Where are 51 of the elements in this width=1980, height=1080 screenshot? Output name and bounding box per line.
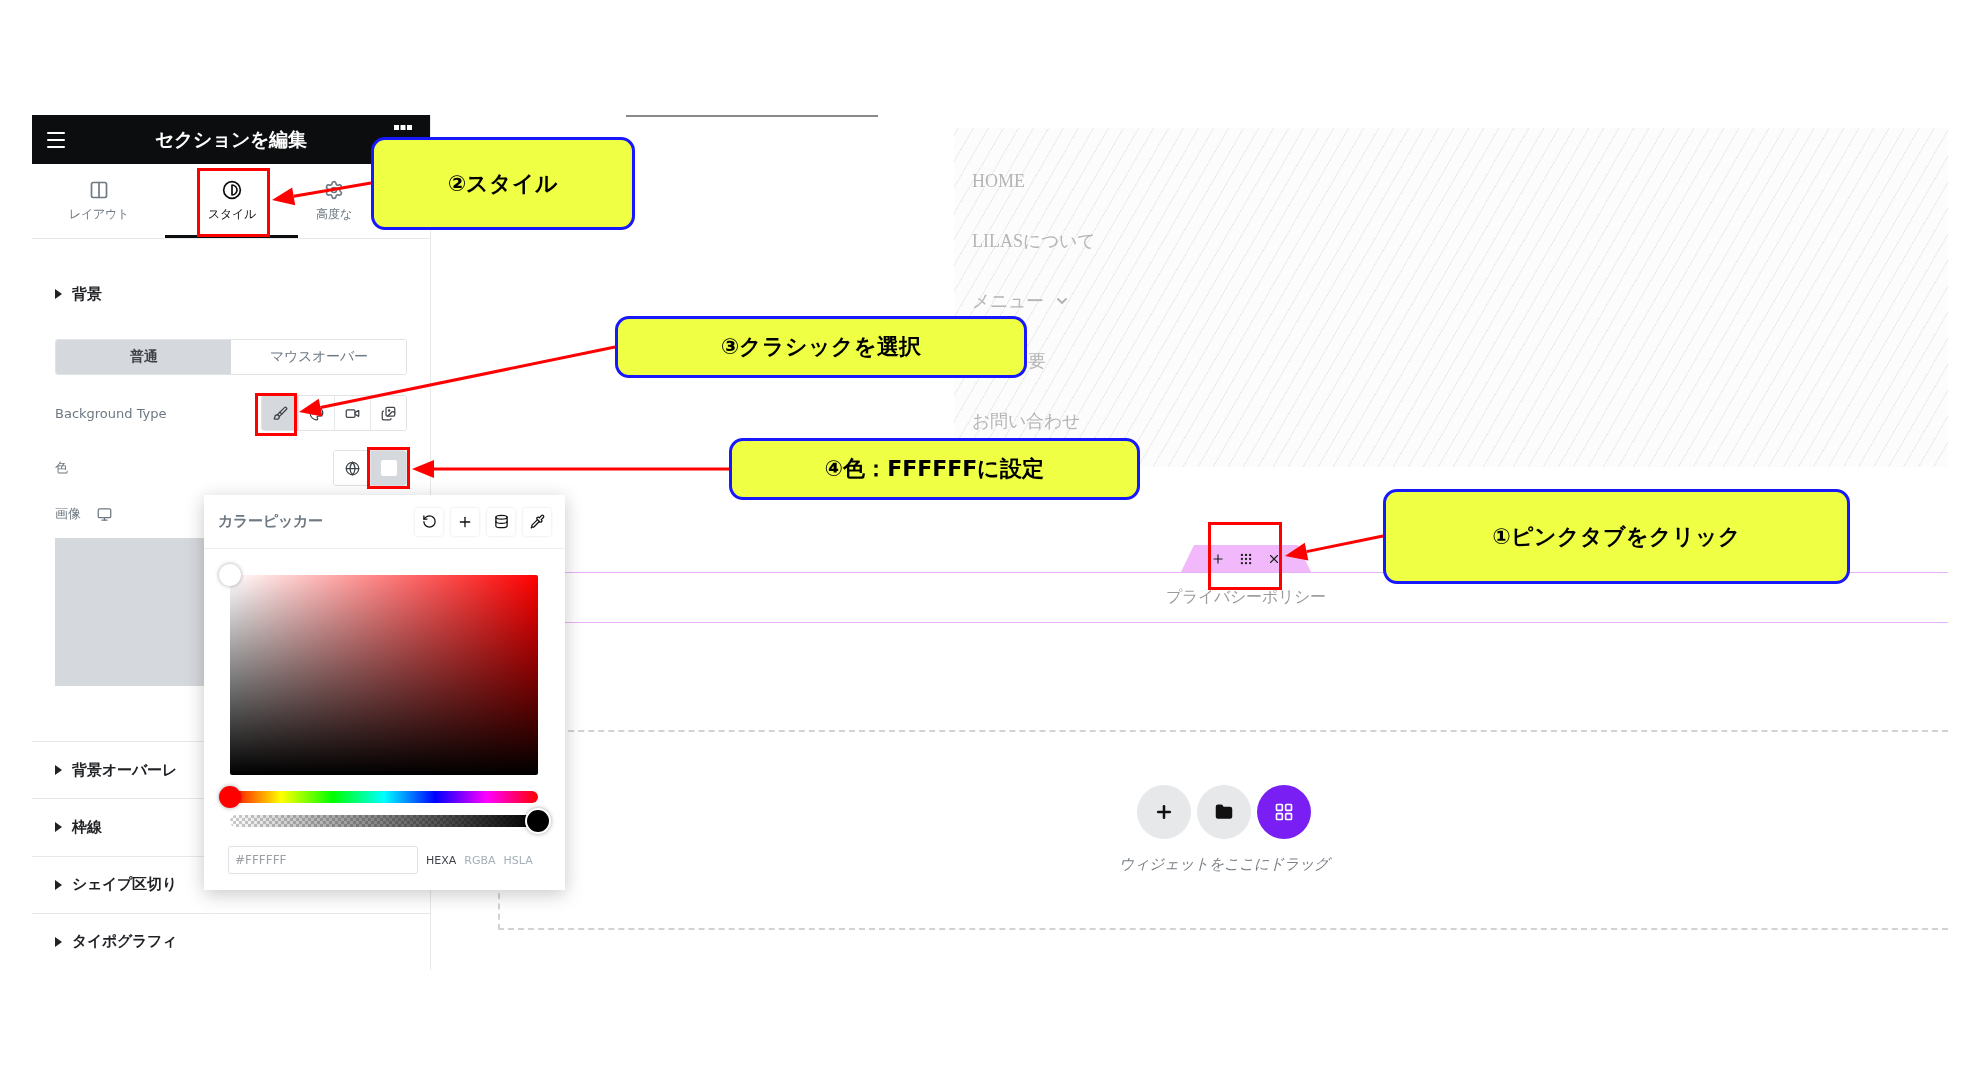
field-label: 画像 [55, 505, 81, 523]
reset-icon [421, 514, 437, 529]
caret-icon [55, 879, 62, 890]
images-icon [381, 405, 396, 421]
folder-button[interactable] [1197, 785, 1251, 839]
callout-note: ③クラシックを選択 [615, 316, 1027, 378]
caret-icon [55, 289, 62, 299]
panel-title: セクションを編集 [155, 126, 307, 152]
highlight-frame [367, 447, 410, 489]
highlight-frame [255, 393, 297, 436]
caret-icon [55, 936, 62, 947]
field-label: 色 [55, 459, 68, 477]
color-swatch[interactable] [370, 451, 406, 485]
grid-button[interactable] [1257, 785, 1311, 839]
section-title[interactable]: 背景 [72, 284, 102, 304]
grid-icon [1274, 802, 1294, 822]
format-tab[interactable]: HEXA [426, 853, 457, 867]
state-tab[interactable]: 普通 [56, 340, 231, 374]
globe-icon [344, 460, 360, 476]
callout-note: ④色：FFFFFFに設定 [729, 438, 1140, 500]
caret-icon [55, 765, 62, 776]
popup-title: カラーピッカー [218, 512, 323, 531]
columns-icon [88, 179, 109, 200]
brush-icon [272, 405, 288, 421]
database-icon [493, 514, 509, 529]
reset-button[interactable] [415, 507, 443, 536]
alpha-thumb[interactable] [525, 808, 551, 834]
hue-thumb[interactable] [219, 786, 241, 808]
dots-icon[interactable] [394, 125, 412, 130]
color-handle[interactable] [219, 564, 241, 586]
section-title[interactable]: 枠線 [72, 817, 102, 837]
eyedropper-icon [529, 514, 545, 529]
section-title[interactable]: タイポグラフィ [72, 932, 177, 952]
monitor-icon[interactable] [97, 506, 112, 522]
drag-handle-button[interactable] [1239, 551, 1253, 566]
database-button[interactable] [487, 507, 515, 536]
field-label: Background Type [55, 405, 167, 421]
section-title[interactable]: シェイプ区切り [72, 875, 177, 895]
add-button[interactable] [451, 507, 479, 536]
half-circle-icon [221, 179, 242, 200]
section-title[interactable]: 背景オーバーレ [72, 760, 177, 780]
section-text: プライバシーポリシー [1166, 587, 1326, 607]
callout-note: ①ピンクタブをクリック [1383, 489, 1850, 584]
callout-note: ②スタイル [371, 137, 635, 230]
gear-icon [324, 179, 344, 200]
plus-icon [1154, 802, 1174, 822]
add-section-button[interactable] [1211, 551, 1225, 566]
folder-icon [1215, 803, 1233, 821]
hex-input-field[interactable]: #FFFFFF [228, 846, 418, 874]
caret-icon [55, 822, 62, 833]
eyedropper-button[interactable] [523, 507, 551, 536]
